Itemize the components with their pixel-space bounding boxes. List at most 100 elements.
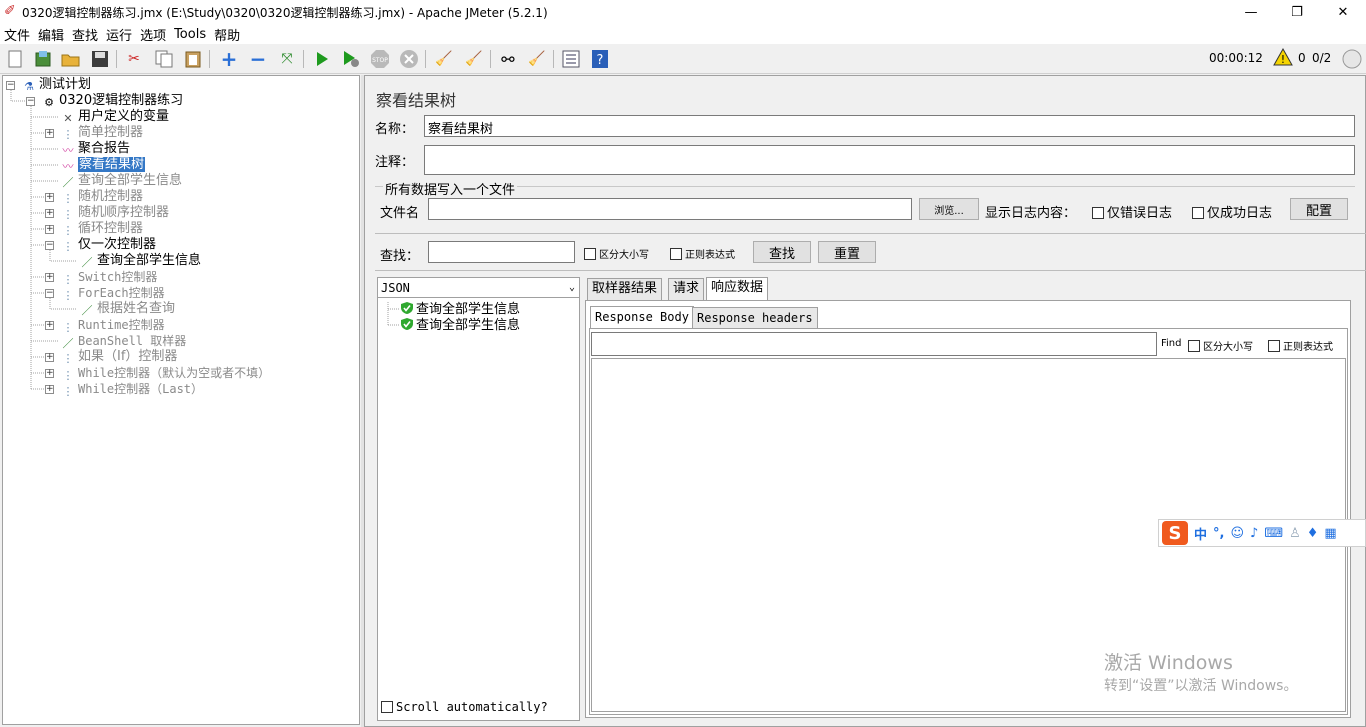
test-plan-tree[interactable]: − ⚗ 测试计划 − ⚙ 0320逻辑控制器练习 ✕ 用户定义的变量 + ⋮ 简单控制器… [2, 75, 360, 725]
ime-punctuation[interactable]: °, [1213, 526, 1224, 541]
collapse-all-icon[interactable]: − [246, 47, 270, 71]
search-regex-checkbox[interactable]: 正则表达式 [670, 246, 735, 261]
help-icon[interactable]: ? [588, 48, 612, 70]
tree-node-query-all-students-child[interactable]: ／查询全部学生信息 [79, 253, 202, 269]
clear-icon[interactable]: 🧹 [432, 48, 456, 70]
tree-node-aggregate-report[interactable]: 〰聚合报告 [60, 141, 131, 157]
tree-node-if-controller[interactable]: ⋮ 如果（If）控制器 [60, 349, 178, 365]
search-case-checkbox[interactable]: 区分大小写 [584, 246, 649, 261]
ime-mode[interactable]: 中 [1194, 524, 1207, 543]
tree-node-view-results-tree[interactable]: 〰察看结果树 [60, 157, 146, 173]
warning-icon[interactable]: ! [1273, 47, 1293, 70]
start-icon[interactable] [310, 48, 334, 70]
tab-sampler-result[interactable]: 取样器结果 [587, 278, 663, 300]
wrench-icon: ✕ [63, 112, 73, 125]
reset-search-icon[interactable]: 🧹 [525, 48, 549, 70]
find-button[interactable]: 查找 [753, 241, 811, 263]
menu-search[interactable]: 查找 [68, 25, 102, 44]
subtab-response-headers[interactable]: Response headers [692, 307, 818, 328]
menu-edit[interactable]: 编辑 [34, 25, 68, 44]
toggle-icon[interactable]: ⤧ [275, 48, 299, 70]
response-find-case-checkbox[interactable]: 区分大小写 [1188, 338, 1253, 353]
minimize-button[interactable]: — [1228, 0, 1274, 24]
menu-help[interactable]: 帮助 [210, 25, 244, 44]
tree-node-query-all-students[interactable]: ／查询全部学生信息 [60, 173, 183, 189]
search-input[interactable] [428, 241, 575, 263]
menu-tools[interactable]: Tools [170, 27, 210, 42]
comment-input[interactable] [424, 145, 1355, 175]
controller-icon: ⋮ [62, 224, 74, 237]
templates-icon[interactable] [31, 48, 55, 70]
tree-node-while-controller-default[interactable]: ⋮ While控制器（默认为空或者不填） [60, 365, 271, 382]
result-item[interactable]: 查询全部学生信息 [400, 317, 520, 333]
tree-node-once-only-controller[interactable]: ⋮ 仅一次控制器 [60, 237, 157, 253]
filename-input[interactable] [428, 198, 912, 220]
clear-all-icon[interactable]: 🧹 [462, 48, 486, 70]
stop-icon[interactable]: STOP [368, 48, 392, 70]
tree-node-loop-controller[interactable]: ⋮ 循环控制器 [60, 221, 144, 237]
controller-icon: ⋮ [62, 385, 74, 398]
ime-toolbar[interactable]: S 中 °, ☺ ♪ ⌨ ♙ ♦ ▦ [1158, 519, 1366, 547]
subtab-response-body[interactable]: Response Body [590, 306, 694, 328]
tree-node-user-vars[interactable]: ✕ 用户定义的变量 [60, 109, 169, 125]
copy-icon[interactable] [152, 48, 176, 70]
errors-only-checkbox[interactable]: 仅错误日志 [1092, 202, 1172, 221]
controller-icon: ⋮ [62, 240, 74, 253]
success-shield-icon [401, 318, 413, 330]
tree-node-switch-controller[interactable]: ⋮ Switch控制器 [60, 269, 158, 286]
tree-node-random-controller[interactable]: ⋮ 随机控制器 [60, 189, 144, 205]
expand-all-icon[interactable]: + [217, 47, 241, 71]
tree-node-beanshell-sampler[interactable]: ／ BeanShell 取样器 [60, 333, 187, 350]
skin-shirt-icon[interactable]: ♦ [1307, 526, 1319, 541]
tree-node-simple-controller[interactable]: ⋮ 简单控制器 [60, 125, 144, 141]
tab-request[interactable]: 请求 [668, 278, 705, 300]
user-icon[interactable]: ♙ [1289, 526, 1301, 541]
search-icon[interactable]: ⚯ [496, 48, 520, 70]
controller-icon: ⋮ [62, 128, 74, 141]
maximize-button[interactable]: ❐ [1274, 0, 1320, 24]
activation-watermark-subtitle: 转到“设置”以激活 Windows。 [1104, 678, 1298, 694]
result-item[interactable]: 查询全部学生信息 [400, 301, 520, 317]
grid-menu-icon[interactable]: ▦ [1324, 526, 1336, 541]
ime-logo[interactable]: S [1162, 521, 1188, 545]
reset-button[interactable]: 重置 [818, 241, 876, 263]
tree-node-random-order-controller[interactable]: ⋮ 随机顺序控制器 [60, 205, 170, 221]
configure-button[interactable]: 配置 [1290, 198, 1348, 220]
response-find-regex-checkbox[interactable]: 正则表达式 [1268, 338, 1333, 353]
paste-icon[interactable] [181, 48, 205, 70]
emoji-icon[interactable]: ☺ [1230, 526, 1244, 541]
function-helper-icon[interactable] [559, 48, 583, 70]
tree-node-query-by-name[interactable]: ／根据姓名查询 [79, 301, 176, 317]
tab-response-data[interactable]: 响应数据 [706, 277, 769, 300]
menu-options[interactable]: 选项 [136, 25, 170, 44]
warning-count: 0 [1298, 51, 1306, 65]
shutdown-icon[interactable] [397, 48, 421, 70]
success-only-checkbox[interactable]: 仅成功日志 [1192, 202, 1272, 221]
tree-node-foreach-controller[interactable]: ⋮ ForEach控制器 [60, 285, 165, 302]
tree-node-while-controller-last[interactable]: ⋮ While控制器（Last） [60, 381, 204, 398]
microphone-icon[interactable]: ♪ [1250, 526, 1258, 541]
cut-icon[interactable]: ✂ [122, 48, 146, 70]
save-icon[interactable] [88, 48, 112, 70]
report-icon: 〰 [62, 160, 74, 173]
tree-node-thread-group[interactable]: ⚙ 0320逻辑控制器练习 [41, 93, 183, 109]
open-icon[interactable] [59, 48, 83, 70]
toolbar: ✂ + − ⤧ STOP 🧹 🧹 ⚯ 🧹 ? 00:00:12 ! 0 0/2 [0, 44, 1366, 74]
new-icon[interactable] [3, 48, 27, 70]
keyboard-icon[interactable]: ⌨ [1264, 526, 1283, 541]
menu-run[interactable]: 运行 [102, 25, 136, 44]
jmeter-feather-icon: ✐ [4, 3, 16, 19]
renderer-select[interactable]: JSON ⌄ [378, 278, 579, 298]
log-content-label: 显示日志内容： [985, 206, 1077, 221]
chevron-down-icon: ⌄ [568, 282, 575, 293]
tree-node-runtime-controller[interactable]: ⋮ Runtime控制器 [60, 317, 165, 334]
name-label: 名称： [375, 122, 415, 137]
start-no-pause-icon[interactable] [339, 48, 363, 70]
name-input[interactable]: 察看结果树 [424, 115, 1355, 137]
tree-node-test-plan[interactable]: ⚗ 测试计划 [21, 77, 91, 93]
menu-file[interactable]: 文件 [0, 25, 34, 44]
response-find-input[interactable] [591, 332, 1157, 356]
close-button[interactable]: ✕ [1320, 0, 1366, 24]
scroll-auto-checkbox[interactable]: Scroll automatically? [381, 700, 548, 714]
browse-button[interactable]: 浏览... [919, 198, 979, 220]
